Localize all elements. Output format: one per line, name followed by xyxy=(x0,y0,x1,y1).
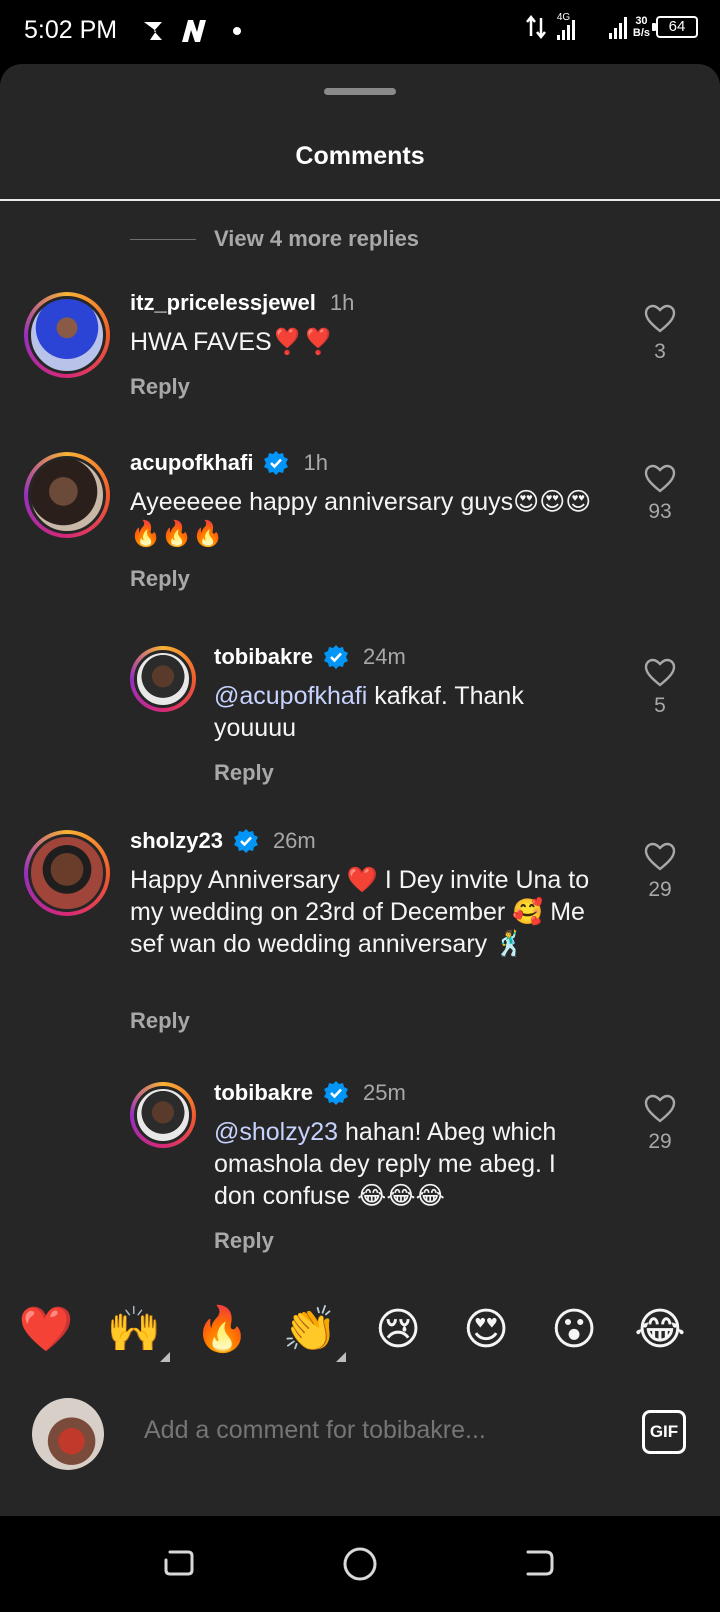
reaction-fire[interactable]: 🔥 xyxy=(192,1300,252,1360)
like-count: 5 xyxy=(654,694,666,717)
home-icon[interactable] xyxy=(342,1546,378,1582)
reaction-raised-hands[interactable]: 🙌 xyxy=(104,1300,164,1360)
battery-indicator: 64 xyxy=(652,16,698,38)
like-button[interactable]: 5 xyxy=(630,658,690,718)
like-button[interactable]: 29 xyxy=(630,842,690,902)
comment-time: 24m xyxy=(363,644,406,669)
back-icon[interactable] xyxy=(522,1546,556,1580)
comment-text: @acupofkhafi kafkaf. Thank youuuu xyxy=(214,682,524,742)
comment-username[interactable]: acupofkhafi xyxy=(130,450,253,476)
heart-icon xyxy=(644,304,676,333)
signal-strength-2-icon xyxy=(608,15,627,39)
comment-text: Happy Anniversary ❤️ I Dey invite Una to… xyxy=(130,866,590,958)
comment-username[interactable]: sholzy23 xyxy=(130,828,223,854)
news-notification-icon xyxy=(182,20,206,42)
comment-header: tobibakre 25m xyxy=(214,1080,406,1106)
view-more-replies[interactable]: View 4 more replies xyxy=(130,226,419,252)
comment-username[interactable]: itz_pricelessjewel xyxy=(130,290,316,316)
sheet-title: Comments xyxy=(295,142,425,170)
like-count: 3 xyxy=(654,340,666,363)
network-speed: 30 B/s xyxy=(632,15,650,39)
comment-header: acupofkhafi 1h xyxy=(130,450,328,476)
comment-time: 1h xyxy=(329,290,355,315)
data-transfer-icon xyxy=(525,14,546,40)
my-avatar xyxy=(32,1398,104,1470)
reply-button[interactable]: Reply xyxy=(214,1228,274,1254)
reply-button[interactable]: Reply xyxy=(130,566,190,592)
comment-text: @sholzy23 hahan! Abeg which omashola dey… xyxy=(214,1118,557,1210)
comment-time: 1h xyxy=(303,450,328,475)
mention-link[interactable]: @acupofkhafi xyxy=(214,682,367,710)
avatar[interactable] xyxy=(24,292,110,378)
skin-tone-indicator-icon xyxy=(160,1352,170,1362)
heart-icon xyxy=(644,658,676,687)
like-count: 29 xyxy=(648,878,672,901)
notification-dot-icon xyxy=(233,27,241,35)
comment-time: 25m xyxy=(363,1080,406,1105)
like-count: 93 xyxy=(648,500,672,523)
reaction-crying[interactable]: 😢 xyxy=(368,1300,428,1360)
like-button[interactable]: 3 xyxy=(630,304,690,364)
view-more-text: View 4 more replies xyxy=(214,226,420,251)
like-button[interactable]: 93 xyxy=(630,464,690,524)
signal-strength-icon: 4G xyxy=(553,12,603,40)
comments-sheet: Comments View 4 more replies itz_pricele… xyxy=(0,64,720,1516)
mention-link[interactable]: @sholzy23 xyxy=(214,1118,338,1146)
comment-username[interactable]: tobibakre xyxy=(214,1080,313,1106)
reply-button[interactable]: Reply xyxy=(130,374,190,400)
avatar[interactable] xyxy=(24,452,110,538)
verified-badge-icon xyxy=(264,451,289,475)
quick-reactions: ❤️ 🙌 🔥 👏 😢 😍 😮 😂 xyxy=(0,1300,720,1370)
status-bar: 5:02 PM 4G 30 B/s 64 xyxy=(0,0,720,64)
comment-header: itz_pricelessjewel 1h xyxy=(130,290,354,316)
system-nav-bar xyxy=(0,1516,720,1612)
drag-handle[interactable] xyxy=(324,88,396,95)
verified-badge-icon xyxy=(324,645,349,669)
comment-header: sholzy23 26m xyxy=(130,828,316,854)
avatar[interactable] xyxy=(130,646,196,712)
reaction-laughing[interactable]: 😂 xyxy=(630,1300,690,1360)
avatar[interactable] xyxy=(130,1082,196,1148)
reply-button[interactable]: Reply xyxy=(214,760,274,786)
view-more-line xyxy=(130,238,196,240)
comment-input[interactable] xyxy=(144,1416,604,1445)
status-right: 4G 30 B/s 64 xyxy=(525,12,698,40)
verified-badge-icon xyxy=(233,829,258,853)
status-time: 5:02 PM xyxy=(24,16,118,44)
reaction-clapping[interactable]: 👏 xyxy=(280,1300,340,1360)
heart-icon xyxy=(644,1094,676,1123)
comment-composer: GIF xyxy=(0,1398,720,1476)
reply-button[interactable]: Reply xyxy=(130,1008,190,1034)
title-divider xyxy=(0,199,720,201)
like-count: 29 xyxy=(648,1130,672,1153)
comment-text: Ayeeeeee happy anniversary guys😍😍😍🔥🔥🔥 xyxy=(130,488,592,548)
gif-button[interactable]: GIF xyxy=(642,1410,686,1454)
comment-username[interactable]: tobibakre xyxy=(214,644,313,670)
comment-text: HWA FAVES❣️❣️ xyxy=(130,328,334,356)
heart-icon xyxy=(644,464,676,493)
reaction-surprised[interactable]: 😮 xyxy=(544,1300,604,1360)
reaction-heart[interactable]: ❤️ xyxy=(16,1300,76,1360)
avatar[interactable] xyxy=(24,830,110,916)
like-button[interactable]: 29 xyxy=(630,1094,690,1154)
reaction-heart-eyes[interactable]: 😍 xyxy=(456,1300,516,1360)
recent-apps-icon[interactable] xyxy=(162,1546,196,1580)
comment-time: 26m xyxy=(272,828,316,853)
comment-header: tobibakre 24m xyxy=(214,644,406,670)
skin-tone-indicator-icon xyxy=(336,1352,346,1362)
app-notification-icon xyxy=(144,22,162,40)
verified-badge-icon xyxy=(324,1081,349,1105)
heart-icon xyxy=(644,842,676,871)
